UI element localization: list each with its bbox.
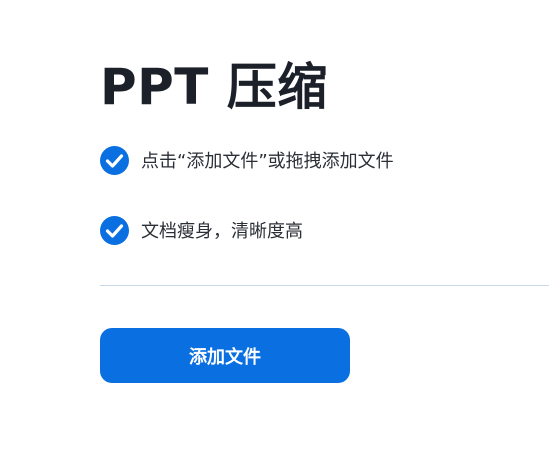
check-circle-icon	[100, 145, 129, 175]
feature-text: 点击“添加文件”或拖拽添加文件	[141, 151, 394, 172]
ppt-compress-page: PPT 压缩 点击“添加文件”或拖拽添加文件 文档瘦身，清晰度高 添加文件	[0, 0, 549, 467]
divider	[100, 285, 549, 286]
check-circle-icon	[100, 215, 129, 245]
feature-item-slim-document: 文档瘦身，清晰度高	[100, 215, 303, 245]
feature-item-add-file: 点击“添加文件”或拖拽添加文件	[100, 145, 394, 175]
add-file-button[interactable]: 添加文件	[100, 328, 350, 383]
page-title: PPT 压缩	[100, 58, 328, 116]
feature-text: 文档瘦身，清晰度高	[141, 221, 303, 242]
